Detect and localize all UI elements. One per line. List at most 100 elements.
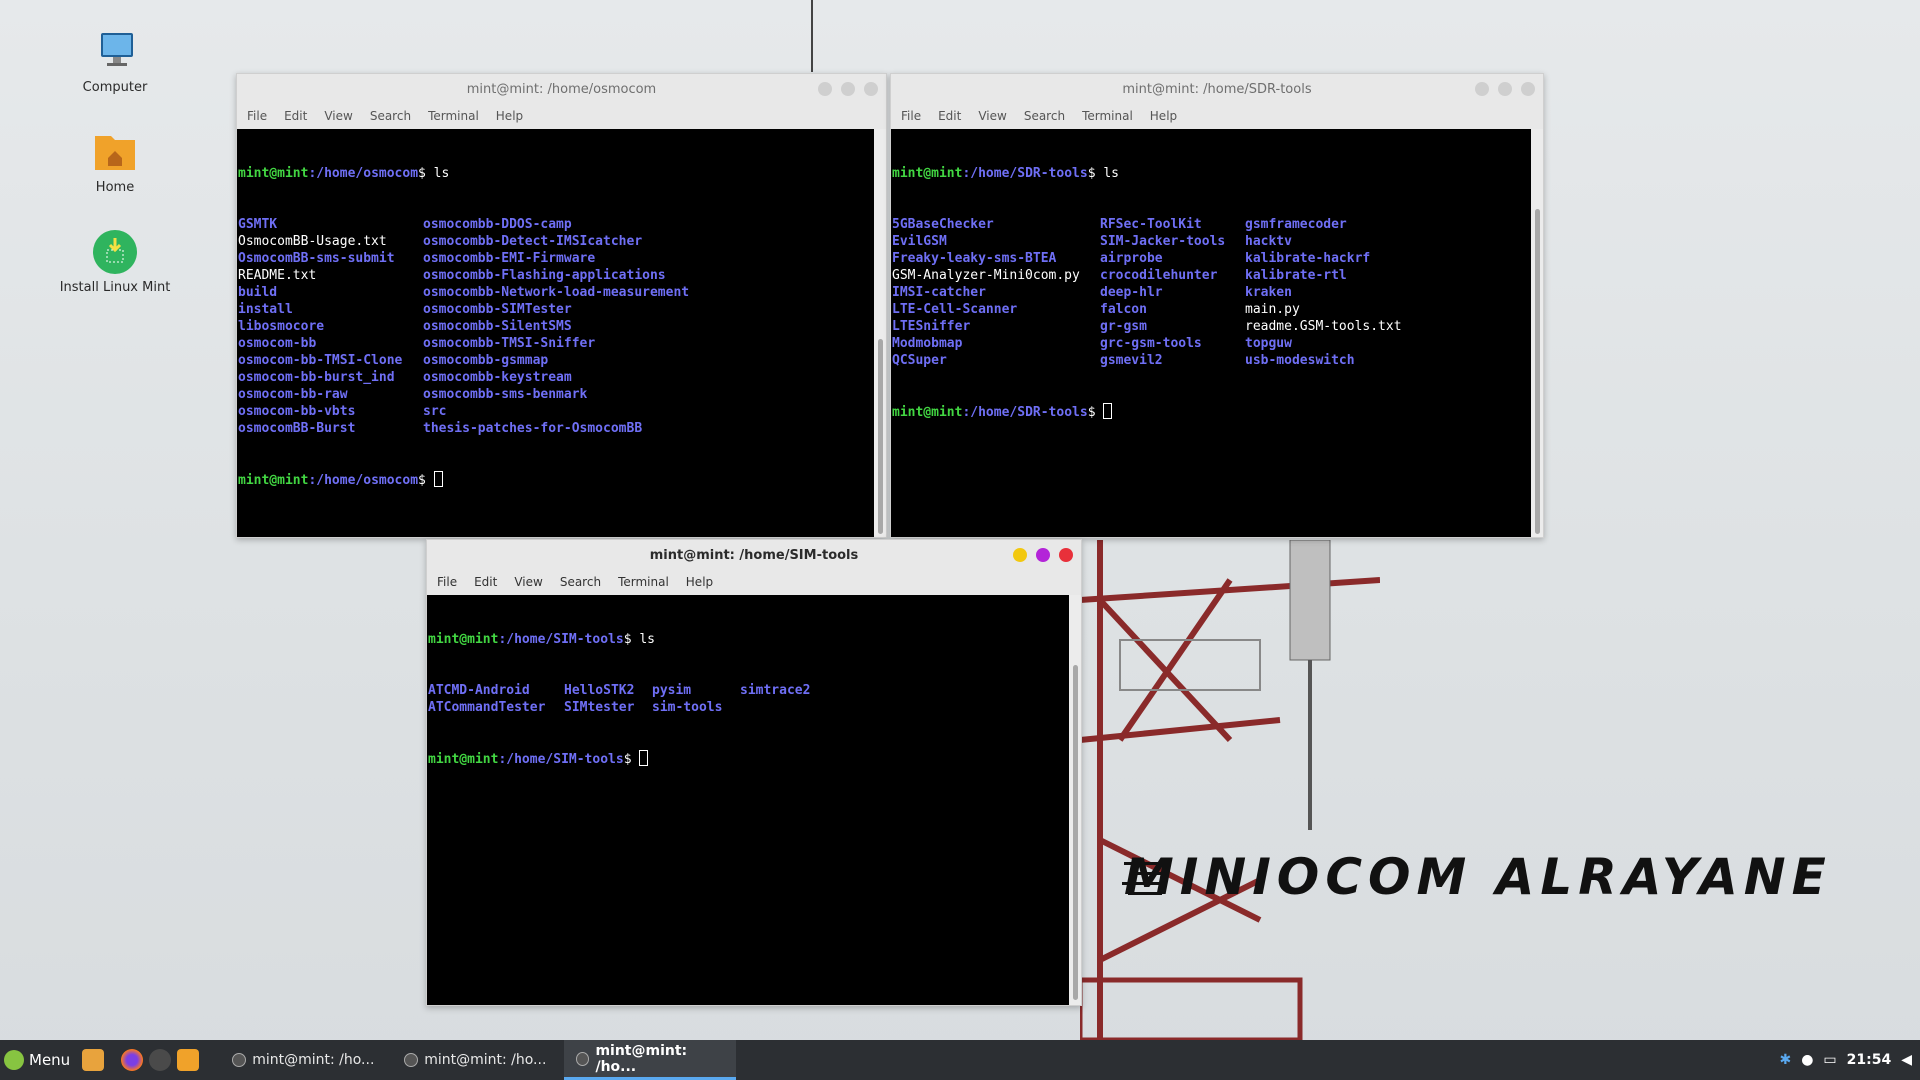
menu-button[interactable]: Menu — [0, 1050, 76, 1070]
terminal-icon[interactable] — [149, 1049, 172, 1071]
maximize-button[interactable] — [1036, 548, 1050, 562]
menu-terminal[interactable]: Terminal — [618, 575, 669, 589]
ls-output: GSMTK OsmocomBB-Usage.txt OsmocomBB-sms-su… — [238, 216, 873, 437]
ls-dir-entry: osmocombb-Network-load-measurement — [423, 285, 690, 300]
menu-edit[interactable]: Edit — [474, 575, 497, 589]
ls-dir-entry: Freaky-leaky-sms-BTEA — [892, 251, 1057, 266]
desktop-icon-label: Install Linux Mint — [59, 280, 171, 295]
ls-dir-entry: osmocombb-sms-benmark — [423, 387, 588, 402]
menu-search[interactable]: Search — [370, 109, 411, 123]
desktop-icon-install-linux-mint[interactable]: Install Linux Mint — [55, 228, 175, 295]
ls-dir-entry: crocodilehunter — [1100, 268, 1218, 283]
ls-dir-entry: osmocombb-TMSI-Sniffer — [423, 336, 596, 351]
scrollbar[interactable] — [1531, 129, 1543, 537]
clock[interactable]: 21:54 — [1847, 1052, 1892, 1068]
ls-dir-entry: grc-gsm-tools — [1100, 336, 1202, 351]
desktop-icon-label: Home — [95, 180, 135, 195]
close-button[interactable] — [1521, 82, 1535, 96]
terminal-cursor — [1103, 403, 1113, 419]
user-icon[interactable]: ● — [1801, 1052, 1813, 1068]
window-titlebar[interactable]: mint@mint: /home/osmocom — [237, 74, 886, 104]
close-button[interactable] — [864, 82, 878, 96]
ls-file-entry: README.txt — [238, 268, 317, 283]
ls-dir-entry: ATCommandTester — [428, 700, 546, 715]
ls-dir-entry: thesis-patches-for-OsmocomBB — [423, 421, 643, 436]
menu-help[interactable]: Help — [496, 109, 523, 123]
terminal-window-sdr-tools[interactable]: mint@mint: /home/SDR-tools File Edit Vie… — [890, 73, 1544, 538]
ls-dir-entry: RFSec-ToolKit — [1100, 217, 1202, 232]
maximize-button[interactable] — [841, 82, 855, 96]
ls-dir-entry: Modmobmap — [892, 336, 963, 351]
wallpaper-antenna-line — [811, 0, 813, 72]
ls-dir-entry — [740, 699, 810, 716]
scrollbar[interactable] — [1069, 595, 1081, 1005]
menu-edit[interactable]: Edit — [284, 109, 307, 123]
desktop-icon-computer[interactable]: Computer — [55, 28, 175, 95]
terminal-output[interactable]: mint@mint:/home/SIM-tools$ ls ATCMD-Andr… — [427, 595, 1069, 1005]
menu-search[interactable]: Search — [1024, 109, 1065, 123]
ls-dir-entry: LTE-Cell-Scanner — [892, 302, 1018, 317]
prompt-line: mint@mint:/home/SDR-tools$ — [892, 403, 1530, 421]
taskbar-item[interactable]: mint@mint: /ho... — [220, 1040, 392, 1080]
ls-file-entry: main.py — [1245, 302, 1300, 317]
menu-view[interactable]: View — [978, 109, 1006, 123]
terminal-window-osmocom[interactable]: mint@mint: /home/osmocom File Edit View … — [236, 73, 887, 538]
menu-help[interactable]: Help — [686, 575, 713, 589]
ls-dir-entry: topguw — [1245, 336, 1292, 351]
network-icon[interactable]: ▭ — [1823, 1052, 1836, 1068]
ls-dir-entry: sim-tools — [652, 700, 723, 715]
maximize-button[interactable] — [1498, 82, 1512, 96]
ls-dir-entry: osmocombb-SilentSMS — [423, 319, 572, 334]
ls-dir-entry: osmocom-bb-vbts — [238, 404, 356, 419]
ls-dir-entry: usb-modeswitch — [1245, 353, 1355, 368]
minimize-button[interactable] — [1013, 548, 1027, 562]
ls-dir-entry: osmocombb-EMI-Firmware — [423, 251, 596, 266]
terminal-cursor — [639, 750, 649, 766]
menu-file[interactable]: File — [437, 575, 457, 589]
ls-dir-entry: gsmevil2 — [1100, 353, 1163, 368]
close-button[interactable] — [1059, 548, 1073, 562]
files-icon[interactable] — [177, 1049, 200, 1071]
desktop-icon-home[interactable]: Home — [55, 128, 175, 195]
ls-dir-entry: osmocom-bb-TMSI-Clone — [238, 353, 403, 368]
taskbar-item-active[interactable]: mint@mint: /ho... — [564, 1040, 737, 1080]
window-titlebar[interactable]: mint@mint: /home/SDR-tools — [891, 74, 1543, 104]
terminal-window-sim-tools[interactable]: mint@mint: /home/SIM-tools File Edit Vie… — [426, 539, 1082, 1006]
ls-dir-entry: gsmframecoder — [1245, 217, 1347, 232]
menu-terminal[interactable]: Terminal — [428, 109, 479, 123]
menu-label: Menu — [29, 1051, 71, 1069]
ls-dir-entry: EvilGSM — [892, 234, 947, 249]
ls-dir-entry: SIMtester — [564, 700, 635, 715]
terminal-output[interactable]: mint@mint:/home/SDR-tools$ ls 5GBaseChec… — [891, 129, 1531, 537]
terminal-output[interactable]: mint@mint:/home/osmocom$ ls GSMTK Osmocom… — [237, 129, 874, 537]
terminal-icon — [232, 1053, 247, 1067]
bluetooth-icon[interactable]: ✱ — [1779, 1052, 1791, 1068]
window-titlebar[interactable]: mint@mint: /home/SIM-tools — [427, 540, 1081, 570]
prompt-line: mint@mint:/home/osmocom$ — [238, 471, 873, 489]
window-title: mint@mint: /home/osmocom — [466, 81, 657, 97]
menu-search[interactable]: Search — [560, 575, 601, 589]
ls-dir-entry: kraken — [1245, 285, 1292, 300]
menu-file[interactable]: File — [901, 109, 921, 123]
ls-dir-entry: osmocom-bb-raw — [238, 387, 348, 402]
ls-dir-entry: gr-gsm — [1100, 319, 1147, 334]
menu-file[interactable]: File — [247, 109, 267, 123]
menu-view[interactable]: View — [324, 109, 352, 123]
home-folder-icon — [91, 128, 139, 176]
menu-edit[interactable]: Edit — [938, 109, 961, 123]
show-desktop-icon[interactable] — [82, 1049, 105, 1071]
window-title: mint@mint: /home/SDR-tools — [1122, 81, 1312, 97]
firefox-icon[interactable] — [121, 1049, 144, 1071]
minimize-button[interactable] — [818, 82, 832, 96]
ls-dir-entry: simtrace2 — [740, 683, 811, 698]
terminal-icon — [576, 1051, 590, 1066]
window-title: mint@mint: /home/SIM-tools — [649, 547, 859, 563]
taskbar-item[interactable]: mint@mint: /ho... — [392, 1040, 564, 1080]
ls-file-entry: readme.GSM-tools.txt — [1245, 319, 1402, 334]
minimize-button[interactable] — [1475, 82, 1489, 96]
volume-icon[interactable]: ◀ — [1901, 1052, 1912, 1068]
scrollbar[interactable] — [874, 129, 886, 537]
menu-terminal[interactable]: Terminal — [1082, 109, 1133, 123]
menu-help[interactable]: Help — [1150, 109, 1177, 123]
menu-view[interactable]: View — [514, 575, 542, 589]
